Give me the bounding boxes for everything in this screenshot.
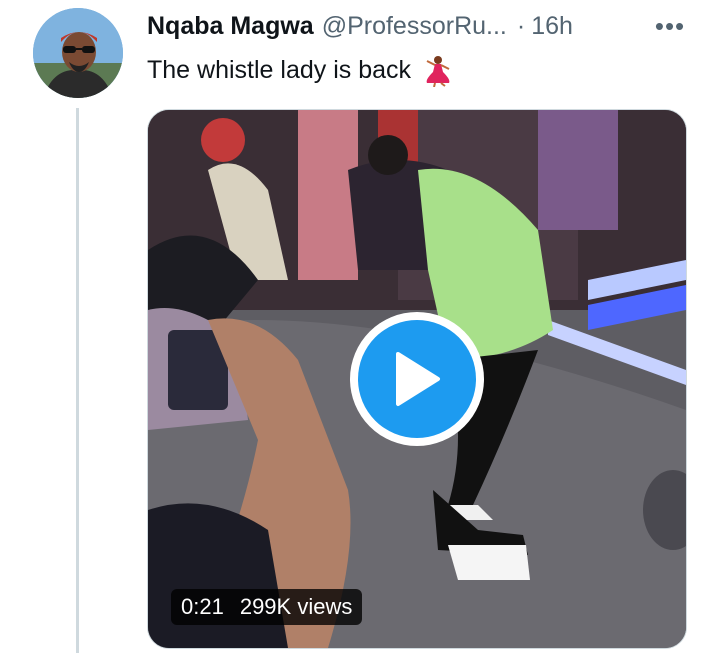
author-handle[interactable]: @ProfessorRu... [322,12,507,41]
more-options-icon[interactable]: ••• [650,10,690,42]
dancer-emoji-icon [421,53,455,88]
timestamp[interactable]: 16h [531,12,573,41]
author-name[interactable]: Nqaba Magwa [147,12,314,41]
separator-dot: · [516,11,526,40]
video-player[interactable]: 0:21 299K views [147,109,687,649]
tweet-header: Nqaba Magwa @ProfessorRu... · 16h [147,10,707,42]
thread-line [76,108,79,653]
avatar[interactable] [33,8,123,98]
play-icon [358,320,476,438]
play-button[interactable] [350,312,484,446]
tweet-text: The whistle lady is back [147,53,455,88]
video-views: 299K views [239,594,353,619]
tweet-body: The whistle lady is back [147,55,412,84]
video-info-badge: 0:21 299K views [171,589,363,625]
video-duration: 0:21 [181,594,224,619]
